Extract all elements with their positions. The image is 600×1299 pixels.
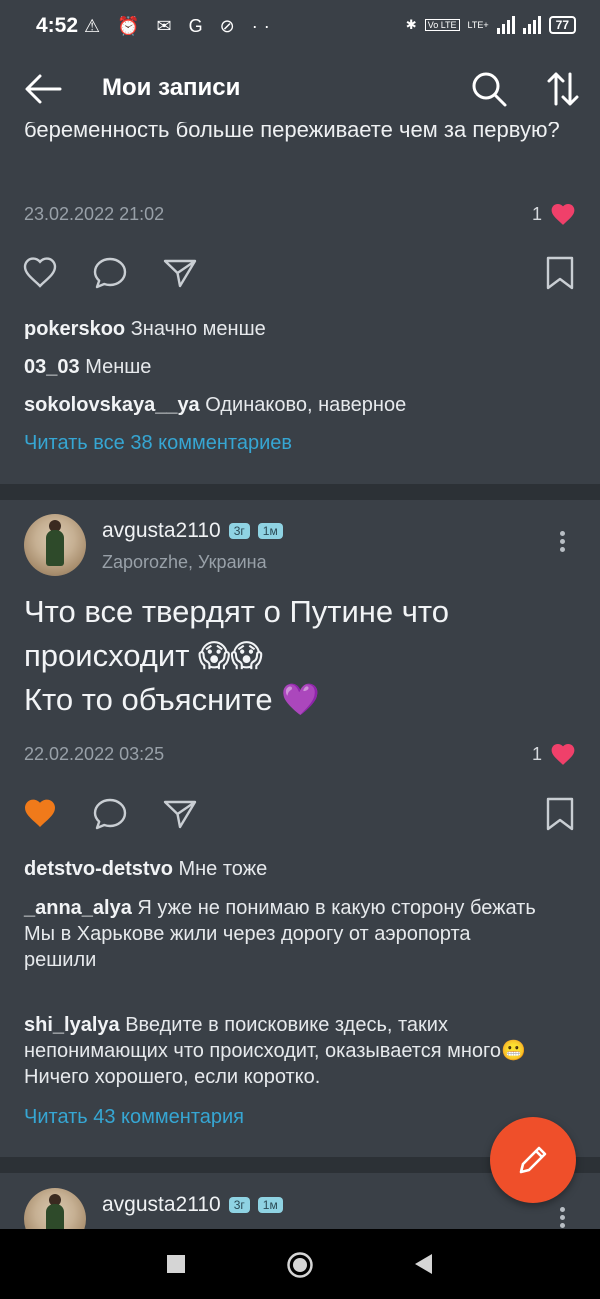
like-count-value: 1	[531, 743, 542, 764]
bluetooth-icon: ✱	[405, 17, 417, 32]
back-icon[interactable]	[412, 1251, 434, 1277]
status-time: 4:52	[36, 14, 79, 37]
post-time-badge: 1м	[257, 1197, 283, 1213]
author-name: avgusta2110	[102, 519, 221, 542]
comment-text: Менше	[85, 356, 152, 378]
lte-label: LTE+	[467, 20, 489, 30]
feed[interactable]: беременность больше переживаете чем за п…	[0, 0, 600, 1229]
post-author[interactable]: avgusta2110 3г 1м	[102, 519, 283, 543]
notification-icons: ⚠ ⏰ ✉ G ⊘ ··	[84, 16, 276, 36]
heart-icon	[551, 744, 575, 765]
comment-item[interactable]: pokerskoo Значно менше	[24, 316, 576, 342]
system-nav-bar	[0, 1229, 600, 1299]
page-title: Мои записи	[102, 74, 241, 101]
comment-user[interactable]: _anna_alya	[24, 897, 132, 919]
read-all-comments-link[interactable]: Читать все 38 комментариев	[24, 432, 292, 455]
comment-item[interactable]: _anna_alya Я уже не понимаю в какую стор…	[24, 895, 544, 973]
comment-item[interactable]: sokolovskaya__ya Одинаково, наверное	[24, 392, 576, 418]
comment-user[interactable]: 03_03	[24, 356, 80, 378]
comment-text: Мы в Харькове жили через дорогу от аэроп…	[24, 923, 471, 971]
signal-icon	[522, 16, 541, 34]
post-author[interactable]: avgusta2110 3г 1м	[102, 1193, 283, 1217]
author-name: avgusta2110	[102, 1193, 221, 1216]
avatar[interactable]	[24, 514, 86, 576]
battery-icon: 77	[548, 16, 576, 34]
avatar[interactable]	[24, 1188, 86, 1229]
post-text-line: Кто то объясните 💜	[24, 682, 320, 717]
comment-text: Я уже не понимаю в какую сторону бежать	[137, 897, 536, 919]
like-count-value: 1	[531, 203, 542, 224]
post-date: 22.02.2022 03:25	[24, 744, 165, 764]
post-time-badge: 1м	[257, 523, 283, 539]
post-text: Что все твердят о Путине что происходит …	[24, 590, 449, 722]
like-icon[interactable]	[22, 255, 58, 291]
post-text-line: Что все твердят о Путине что	[24, 594, 449, 629]
system-icons: ✱ Vo LTE LTE+ 77	[406, 16, 576, 34]
comment-item[interactable]: shi_lyalya Введите в поисковике здесь, т…	[24, 1012, 544, 1090]
comment-icon[interactable]	[92, 255, 128, 291]
post-divider	[0, 484, 600, 500]
share-icon[interactable]	[162, 255, 198, 291]
comment-text: Одинаково, наверное	[205, 394, 407, 416]
bookmark-icon[interactable]	[542, 255, 578, 291]
comment-text: Мне тоже	[178, 858, 268, 880]
back-arrow-icon[interactable]	[24, 72, 62, 106]
new-post-button[interactable]	[490, 1117, 576, 1203]
post-location: Zaporozhe, Украина	[102, 552, 267, 572]
like-count[interactable]: 1	[532, 742, 576, 766]
recent-apps-icon[interactable]	[166, 1251, 186, 1277]
comment-user[interactable]: pokerskoo	[24, 318, 125, 340]
volte-icon: Vo LTE	[424, 19, 460, 31]
read-all-comments-link[interactable]: Читать 43 комментария	[24, 1106, 244, 1129]
home-icon[interactable]	[286, 1251, 314, 1279]
comment-text: Значно менше	[130, 318, 266, 340]
pencil-icon	[519, 1146, 547, 1174]
like-icon[interactable]	[22, 796, 58, 832]
bookmark-icon[interactable]	[542, 796, 578, 832]
sort-icon[interactable]	[546, 70, 580, 108]
comment-icon[interactable]	[92, 796, 128, 832]
account-age-badge: 3г	[228, 523, 250, 539]
search-icon[interactable]	[470, 70, 508, 108]
post-text-line: происходит 😱😱	[24, 638, 263, 673]
signal-icon	[496, 16, 515, 34]
account-age-badge: 3г	[228, 1197, 250, 1213]
comment-item[interactable]: detstvo-detstvo Мне тоже	[24, 856, 576, 882]
post-date: 23.02.2022 21:02	[24, 204, 165, 224]
comment-user[interactable]: shi_lyalya	[24, 1014, 120, 1036]
share-icon[interactable]	[162, 796, 198, 832]
heart-icon	[551, 204, 575, 225]
comment-user[interactable]: sokolovskaya__ya	[24, 394, 200, 416]
status-bar: 4:52 ⚠ ⏰ ✉ G ⊘ ·· ✱ Vo LTE LTE+ 77	[0, 0, 600, 56]
more-options-icon[interactable]	[552, 528, 572, 558]
app-bar: Мои записи	[0, 56, 600, 122]
more-options-icon[interactable]	[552, 1204, 572, 1229]
comment-user[interactable]: detstvo-detstvo	[24, 858, 173, 880]
comment-item[interactable]: 03_03 Менше	[24, 354, 576, 380]
like-count[interactable]: 1	[532, 202, 576, 226]
